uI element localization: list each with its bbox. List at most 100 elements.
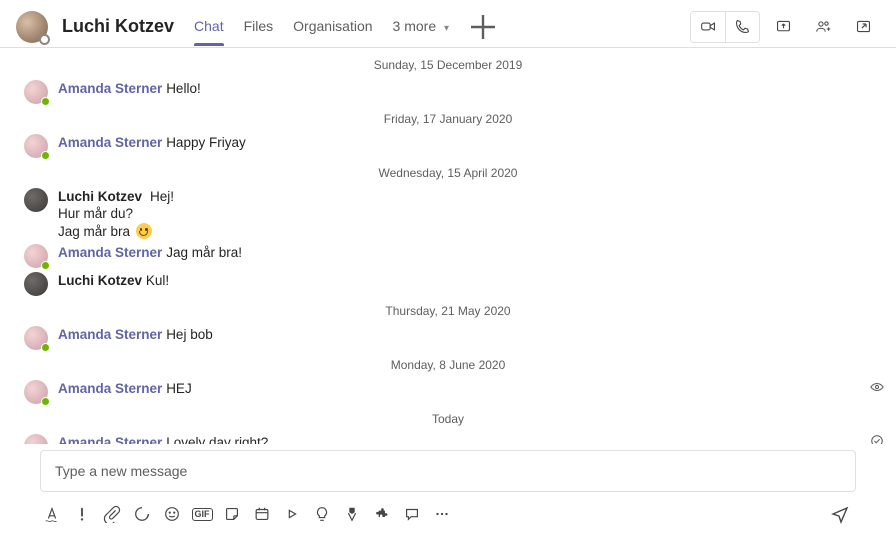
tab-organisation[interactable]: Organisation [285, 8, 380, 46]
audio-call-button[interactable] [725, 12, 759, 42]
gif-icon: GIF [192, 508, 213, 521]
check-circle-icon [870, 434, 884, 444]
sender-name-link[interactable]: Amanda Sterner [58, 81, 162, 96]
contact-avatar[interactable] [16, 11, 48, 43]
send-button[interactable] [826, 500, 854, 528]
presence-available-icon [41, 261, 50, 270]
presence-available-icon [41, 97, 50, 106]
stream-icon [283, 505, 301, 523]
sender-name-link[interactable]: Amanda Sterner [58, 327, 162, 342]
sticker-icon [223, 505, 241, 523]
video-icon [700, 18, 717, 35]
sender-avatar[interactable] [24, 188, 48, 212]
message-row: Amanda Sterner Hej bob [0, 324, 896, 352]
schedule-meeting-button[interactable] [252, 504, 272, 524]
chat-message-list[interactable]: Sunday, 15 December 2019 Amanda Sterner … [0, 48, 896, 444]
message-text-fragment: Jag mår bra [58, 224, 134, 239]
popout-button[interactable] [846, 12, 880, 42]
plus-icon [467, 11, 499, 43]
tab-chat[interactable]: Chat [186, 8, 232, 46]
presence-available-icon [41, 397, 50, 406]
message-text: Hur mår du? [58, 205, 872, 222]
date-separator: Friday, 17 January 2020 [0, 106, 896, 132]
sender-name-link[interactable]: Amanda Sterner [58, 381, 162, 396]
message-text: HEJ [166, 381, 192, 396]
message-input-placeholder: Type a new message [55, 463, 187, 479]
date-separator: Sunday, 15 December 2019 [0, 52, 896, 78]
add-tab-button[interactable] [467, 11, 499, 43]
message-input[interactable]: Type a new message [40, 450, 856, 492]
sender-avatar[interactable] [24, 380, 48, 404]
puzzle-icon [373, 505, 391, 523]
header-actions [690, 11, 880, 43]
sender-name: Luchi Kotzev [58, 189, 142, 204]
compose-toolbar: GIF [40, 492, 856, 528]
video-call-button[interactable] [691, 12, 725, 42]
date-separator: Wednesday, 15 April 2020 [0, 160, 896, 186]
sender-name: Luchi Kotzev [58, 273, 142, 288]
presence-offline-icon [39, 34, 50, 45]
chevron-down-icon: ▾ [444, 23, 449, 34]
paperclip-icon [103, 505, 121, 523]
read-receipt-seen [870, 380, 884, 397]
sender-avatar[interactable] [24, 134, 48, 158]
read-receipt-sent [870, 434, 884, 444]
sender-name-link[interactable]: Amanda Sterner [58, 135, 162, 150]
phone-icon [734, 18, 751, 35]
eye-icon [870, 380, 884, 394]
presence-available-icon [41, 151, 50, 160]
sender-name-link[interactable]: Amanda Sterner [58, 245, 162, 260]
format-button[interactable] [42, 504, 62, 524]
loop-icon [133, 505, 151, 523]
message-row: Luchi Kotzev Kul! [0, 270, 896, 298]
exclamation-icon [73, 505, 91, 523]
stream-button[interactable] [282, 504, 302, 524]
more-actions-button[interactable] [432, 504, 452, 524]
sender-avatar[interactable] [24, 244, 48, 268]
message-text: Jag mår bra! [166, 245, 242, 260]
date-separator: Today [0, 406, 896, 432]
emoji-button[interactable] [162, 504, 182, 524]
message-row: Luchi Kotzev Hej! Hur mår du? Jag mår br… [0, 186, 896, 242]
share-screen-icon [775, 18, 792, 35]
chat-bubble-icon [403, 505, 421, 523]
message-row: Amanda Sterner Jag mår bra! [0, 242, 896, 270]
popout-icon [855, 18, 872, 35]
ellipsis-icon [433, 505, 451, 523]
sender-avatar[interactable] [24, 272, 48, 296]
priority-button[interactable] [72, 504, 92, 524]
date-separator: Thursday, 21 May 2020 [0, 298, 896, 324]
attach-button[interactable] [102, 504, 122, 524]
messaging-extension-button[interactable] [402, 504, 422, 524]
message-text: Hej bob [166, 327, 213, 342]
message-text: Jag mår bra [58, 222, 872, 240]
message-text: Hello! [166, 81, 201, 96]
add-people-button[interactable] [806, 12, 840, 42]
send-icon [830, 504, 850, 524]
gif-button[interactable]: GIF [192, 504, 212, 524]
tab-more[interactable]: 3 more ▾ [385, 8, 458, 46]
lightbulb-icon [313, 505, 331, 523]
sender-name-link[interactable]: Amanda Sterner [58, 435, 162, 444]
tab-files[interactable]: Files [236, 8, 282, 46]
sender-avatar[interactable] [24, 80, 48, 104]
share-screen-button[interactable] [766, 12, 800, 42]
format-icon [43, 505, 61, 523]
message-row: Amanda Sterner HEJ [0, 378, 896, 406]
badge-icon [343, 505, 361, 523]
sender-avatar[interactable] [24, 434, 48, 444]
loop-button[interactable] [132, 504, 152, 524]
tab-bar: Chat Files Organisation 3 more ▾ [186, 8, 499, 46]
sender-avatar[interactable] [24, 326, 48, 350]
chat-header: Luchi Kotzev Chat Files Organisation 3 m… [0, 0, 896, 48]
compose-area: Type a new message GIF [0, 444, 896, 538]
presence-available-icon [41, 343, 50, 352]
sticker-button[interactable] [222, 504, 242, 524]
tab-more-label: 3 more [393, 18, 437, 34]
apps-button[interactable] [372, 504, 392, 524]
emoji-icon [163, 505, 181, 523]
call-button-group [690, 11, 760, 43]
approvals-button[interactable] [312, 504, 332, 524]
praise-button[interactable] [342, 504, 362, 524]
smile-emoji-icon [136, 223, 152, 239]
